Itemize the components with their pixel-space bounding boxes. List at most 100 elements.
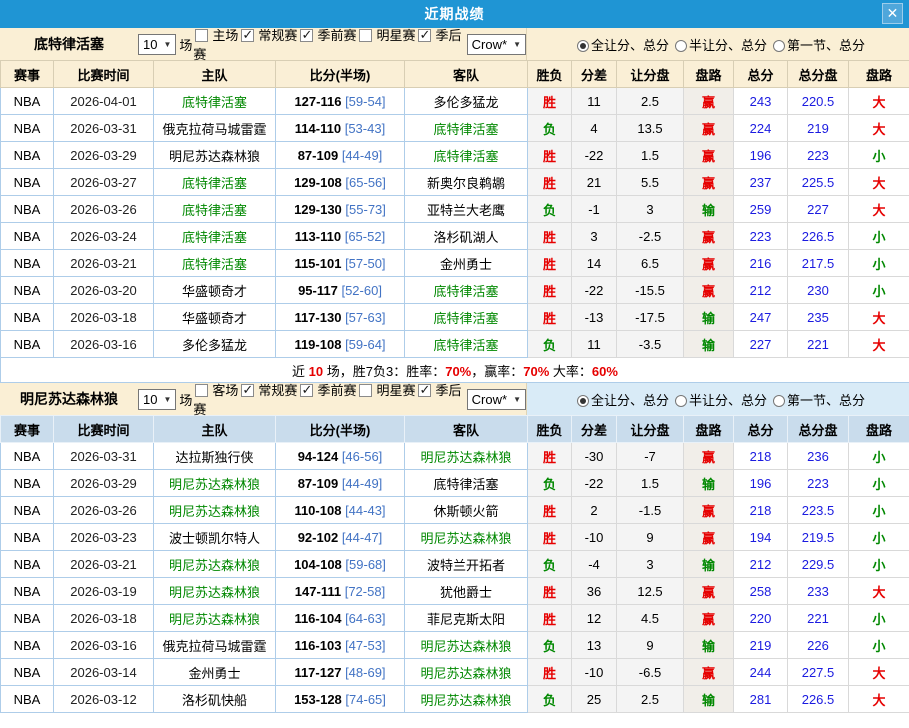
result-cell: 胜 [528, 605, 572, 632]
checkbox-checked[interactable] [300, 384, 313, 397]
over-under-cell: 大 [849, 686, 909, 713]
radio-selected[interactable] [577, 40, 589, 52]
chevron-down-icon: ▼ [513, 395, 521, 404]
score-cell: 116-103 [47-53] [276, 632, 405, 659]
over-under-cell: 小 [849, 223, 909, 250]
away-team-cell: 菲尼克斯太阳 [405, 605, 528, 632]
source-select-value: Crow* [472, 37, 507, 52]
checkbox-label: 客场 [212, 383, 238, 398]
radio-unselected[interactable] [773, 395, 785, 407]
match-date: 2026-03-14 [70, 665, 137, 680]
checkbox-checked[interactable] [241, 29, 254, 42]
match-date: 2026-03-23 [70, 530, 137, 545]
handicap-cell: 4.5 [617, 605, 684, 632]
away-team-cell: 犹他爵士 [405, 578, 528, 605]
handicap-cell: -6.5 [617, 659, 684, 686]
checkbox-label: 季前赛 [317, 28, 356, 43]
total-line-cell: 219 [788, 115, 849, 142]
checkbox-label: 季前赛 [317, 383, 356, 398]
checkbox-checked[interactable] [300, 29, 313, 42]
column-header: 盘路 [684, 61, 734, 88]
table-row: NBA2026-03-26明尼苏达森林狼110-108 [44-43]休斯顿火箭… [1, 497, 909, 524]
home-team-cell: 华盛顿奇才 [154, 277, 276, 304]
home-team-cell: 俄克拉荷马城雷霆 [154, 632, 276, 659]
handicap-trend-cell: 赢 [684, 277, 734, 304]
result-cell: 胜 [528, 578, 572, 605]
date-cell: 2026-03-18 [54, 605, 154, 632]
checkbox-label: 主场 [212, 28, 238, 43]
summary-cell: 近 10 场，胜7负3：胜率：70%，赢率：70% 大率：60% [1, 358, 909, 383]
checkbox-unchecked[interactable] [195, 29, 208, 42]
total-line-value: 233 [807, 584, 829, 599]
score-cell: 104-108 [59-68] [276, 551, 405, 578]
total-points-value: 243 [750, 94, 772, 109]
table-row: NBA2026-03-31达拉斯独行侠94-124 [46-56]明尼苏达森林狼… [1, 443, 909, 470]
filter-right: 全让分、总分半让分、总分第一节、总分 [527, 28, 909, 60]
away-team: 明尼苏达森林狼 [420, 666, 511, 681]
results-table: 赛事比赛时间主队比分(半场)客队胜负分差让分盘盘路总分总分盘盘路 NBA2026… [0, 60, 909, 383]
home-team-cell: 波士顿凯尔特人 [154, 524, 276, 551]
handicap-trend-value: 输 [702, 558, 715, 573]
over-under-cell: 大 [849, 169, 909, 196]
handicap-trend-value: 输 [702, 311, 715, 326]
handicap-cell: -2.5 [617, 223, 684, 250]
checkbox-unchecked[interactable] [359, 29, 372, 42]
radio-selected[interactable] [577, 395, 589, 407]
checkbox-unchecked[interactable] [195, 384, 208, 397]
radio-unselected[interactable] [675, 395, 687, 407]
date-cell: 2026-03-23 [54, 524, 154, 551]
column-header: 比赛时间 [54, 61, 154, 88]
source-select[interactable]: Crow* ▼ [467, 34, 526, 55]
games-count-select[interactable]: 10 ▼ [138, 34, 176, 55]
radio-unselected[interactable] [675, 40, 687, 52]
checkbox-checked[interactable] [241, 384, 254, 397]
home-team: 多伦多猛龙 [182, 338, 247, 353]
point-diff-cell: 13 [572, 632, 617, 659]
home-team-cell: 明尼苏达森林狼 [154, 605, 276, 632]
result-value: 胜 [543, 149, 556, 164]
over-under-value: 小 [872, 639, 885, 654]
column-header: 让分盘 [617, 416, 684, 443]
filter-bar: 底特律活塞 10 ▼ 场 主场常规赛季前赛明星赛季后赛 Crow* ▼ 全让分、… [0, 28, 909, 60]
over-under-cell: 大 [849, 196, 909, 223]
total-line-value: 219.5 [802, 530, 835, 545]
away-team: 底特律活塞 [433, 338, 498, 353]
source-select[interactable]: Crow* ▼ [467, 389, 526, 410]
handicap-cell: 1.5 [617, 142, 684, 169]
away-team: 犹他爵士 [440, 585, 492, 600]
checkbox-checked[interactable] [418, 384, 431, 397]
table-row: NBA2026-03-26底特律活塞129-130 [55-73]亚特兰大老鹰负… [1, 196, 909, 223]
handicap-trend-value: 输 [702, 639, 715, 654]
away-team: 底特律活塞 [433, 122, 498, 137]
handicap-trend-cell: 赢 [684, 443, 734, 470]
over-under-cell: 小 [849, 632, 909, 659]
total-points-value: 244 [750, 665, 772, 680]
close-icon[interactable]: ✕ [882, 3, 903, 24]
league-cell: NBA [1, 686, 54, 713]
handicap-trend-value: 赢 [702, 149, 715, 164]
halftime-score: [65-56] [345, 175, 385, 190]
games-count-select[interactable]: 10 ▼ [138, 389, 176, 410]
result-cell: 胜 [528, 169, 572, 196]
over-under-cell: 小 [849, 524, 909, 551]
team-section-timberwolves: 明尼苏达森林狼 10 ▼ 场 客场常规赛季前赛明星赛季后赛 Crow* ▼ 全让… [0, 383, 909, 713]
final-score: 87-109 [298, 476, 338, 491]
home-team-cell: 金州勇士 [154, 659, 276, 686]
point-diff-cell: -22 [572, 142, 617, 169]
total-points-value: 237 [750, 175, 772, 190]
total-points-cell: 224 [734, 115, 788, 142]
over-under-cell: 大 [849, 88, 909, 115]
away-team-cell: 明尼苏达森林狼 [405, 524, 528, 551]
checkbox-checked[interactable] [418, 29, 431, 42]
checkbox-unchecked[interactable] [359, 384, 372, 397]
handicap-trend-cell: 赢 [684, 142, 734, 169]
total-line-value: 225.5 [802, 175, 835, 190]
table-row: NBA2026-03-12洛杉矶快船153-128 [74-65]明尼苏达森林狼… [1, 686, 909, 713]
radio-unselected[interactable] [773, 40, 785, 52]
result-cell: 胜 [528, 443, 572, 470]
total-points-cell: 196 [734, 142, 788, 169]
away-team-cell: 亚特兰大老鹰 [405, 196, 528, 223]
summary-stat: 70% [445, 364, 471, 379]
match-date: 2026-03-26 [70, 503, 137, 518]
checkbox-label: 常规赛 [258, 28, 297, 43]
